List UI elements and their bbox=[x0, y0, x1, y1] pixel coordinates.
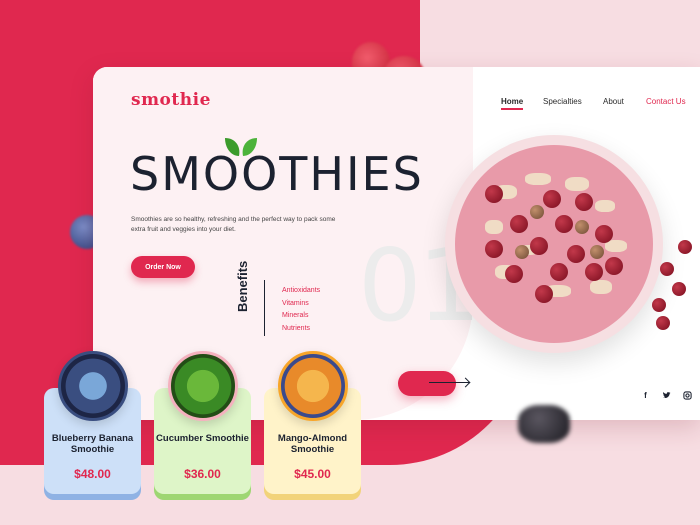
benefit-item: Nutrients bbox=[282, 324, 311, 332]
facebook-icon[interactable]: f bbox=[641, 391, 650, 400]
benefits-divider bbox=[264, 280, 265, 336]
product-card[interactable]: Mango-Almond Smoothie $45.00 bbox=[264, 351, 361, 494]
blackberry-image bbox=[518, 405, 570, 443]
hero-description: Smoothies are so healthy, refreshing and… bbox=[131, 216, 336, 233]
nav-specialties[interactable]: Specialties bbox=[543, 97, 582, 106]
product-image bbox=[278, 351, 348, 421]
benefits-list: Antioxidants Vitamins Minerals Nutrients bbox=[282, 285, 320, 335]
cherry-image bbox=[672, 282, 686, 296]
cherry-image bbox=[678, 240, 692, 254]
social-links: f bbox=[641, 391, 692, 400]
twitter-icon[interactable] bbox=[662, 391, 671, 400]
benefit-item: Minerals bbox=[282, 312, 309, 319]
order-now-button[interactable]: Order Now bbox=[131, 256, 195, 278]
product-name: Blueberry Banana Smoothie bbox=[51, 433, 134, 455]
nav-about[interactable]: About bbox=[603, 97, 624, 106]
nav-contact-us[interactable]: Contact Us bbox=[646, 97, 686, 106]
next-slide-button[interactable] bbox=[398, 371, 456, 396]
cherry-image bbox=[656, 316, 670, 330]
nav-home[interactable]: Home bbox=[501, 97, 524, 110]
hero-title: SMOOTHIES bbox=[130, 147, 424, 201]
background-cutout bbox=[420, 0, 700, 70]
arrow-head-icon bbox=[460, 377, 471, 388]
product-image bbox=[58, 351, 128, 421]
benefits-heading: Benefits bbox=[235, 260, 250, 312]
benefit-item: Antioxidants bbox=[282, 287, 321, 294]
smoothie-bowl-image bbox=[445, 135, 663, 353]
brand-logo[interactable]: smothie bbox=[131, 90, 211, 110]
product-image bbox=[168, 351, 238, 421]
product-price: $36.00 bbox=[184, 467, 221, 481]
cherry-image bbox=[660, 262, 674, 276]
instagram-icon[interactable] bbox=[683, 391, 692, 400]
product-card[interactable]: Cucumber Smoothie $36.00 bbox=[154, 351, 251, 494]
cherry-image bbox=[652, 298, 666, 312]
product-price: $48.00 bbox=[74, 467, 111, 481]
product-price: $45.00 bbox=[294, 467, 331, 481]
product-name: Mango-Almond Smoothie bbox=[277, 433, 348, 455]
product-card[interactable]: Blueberry Banana Smoothie $48.00 bbox=[44, 351, 141, 494]
benefit-item: Vitamins bbox=[282, 299, 309, 307]
product-name: Cucumber Smoothie bbox=[156, 433, 249, 444]
